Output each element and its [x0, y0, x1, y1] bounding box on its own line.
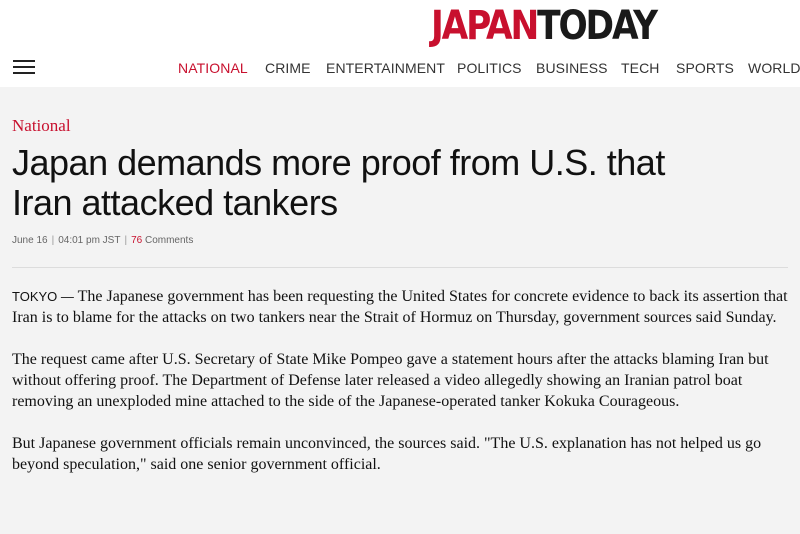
nav-item-entertainment[interactable]: ENTERTAINMENT [326, 58, 445, 78]
article-meta: June 16 | 04:01 pm JST | 76 Comments [12, 235, 193, 247]
nav-item-national[interactable]: NATIONAL [178, 58, 248, 78]
article-paragraph: But Japanese government officials remain… [12, 435, 762, 473]
nav-item-sports[interactable]: SPORTS [676, 58, 734, 78]
meta-separator: | [124, 235, 128, 246]
logo-japan: JAPAN [431, 3, 539, 49]
article-time: 04:01 pm JST [58, 235, 121, 246]
nav-item-world[interactable]: WORLD [748, 58, 800, 78]
article-date: June 16 [12, 235, 48, 246]
nav-item-crime[interactable]: CRIME [265, 58, 311, 78]
paragraph-text: The Japanese government has been request… [12, 288, 788, 326]
comments-label: Comments [144, 235, 194, 246]
divider [12, 267, 788, 268]
article-paragraph: TOKYO — The Japanese government has been… [12, 286, 798, 328]
meta-separator: | [51, 235, 55, 246]
site-logo[interactable]: JAPANTODAY [431, 3, 658, 49]
logo-today: TODAY [537, 3, 658, 49]
article-title: Japan demands more proof from U.S. that … [12, 142, 665, 223]
article-body: TOKYO — The Japanese government has been… [12, 286, 798, 496]
nav-item-business[interactable]: BUSINESS [536, 58, 608, 78]
nav-item-politics[interactable]: POLITICS [457, 58, 522, 78]
site-header: JAPANTODAY NATIONAL CRIME ENTERTAINMENT … [0, 0, 800, 87]
nav-item-tech[interactable]: TECH [621, 58, 660, 78]
comments-count: 76 [131, 235, 143, 246]
article-dateline: TOKYO — [12, 289, 74, 304]
comments-link[interactable]: 76 Comments [131, 235, 193, 246]
article-category[interactable]: National [12, 115, 71, 137]
article-paragraph: The request came after U.S. Secretary of… [12, 351, 769, 410]
main-nav: NATIONAL CRIME ENTERTAINMENT POLITICS BU… [0, 58, 800, 78]
